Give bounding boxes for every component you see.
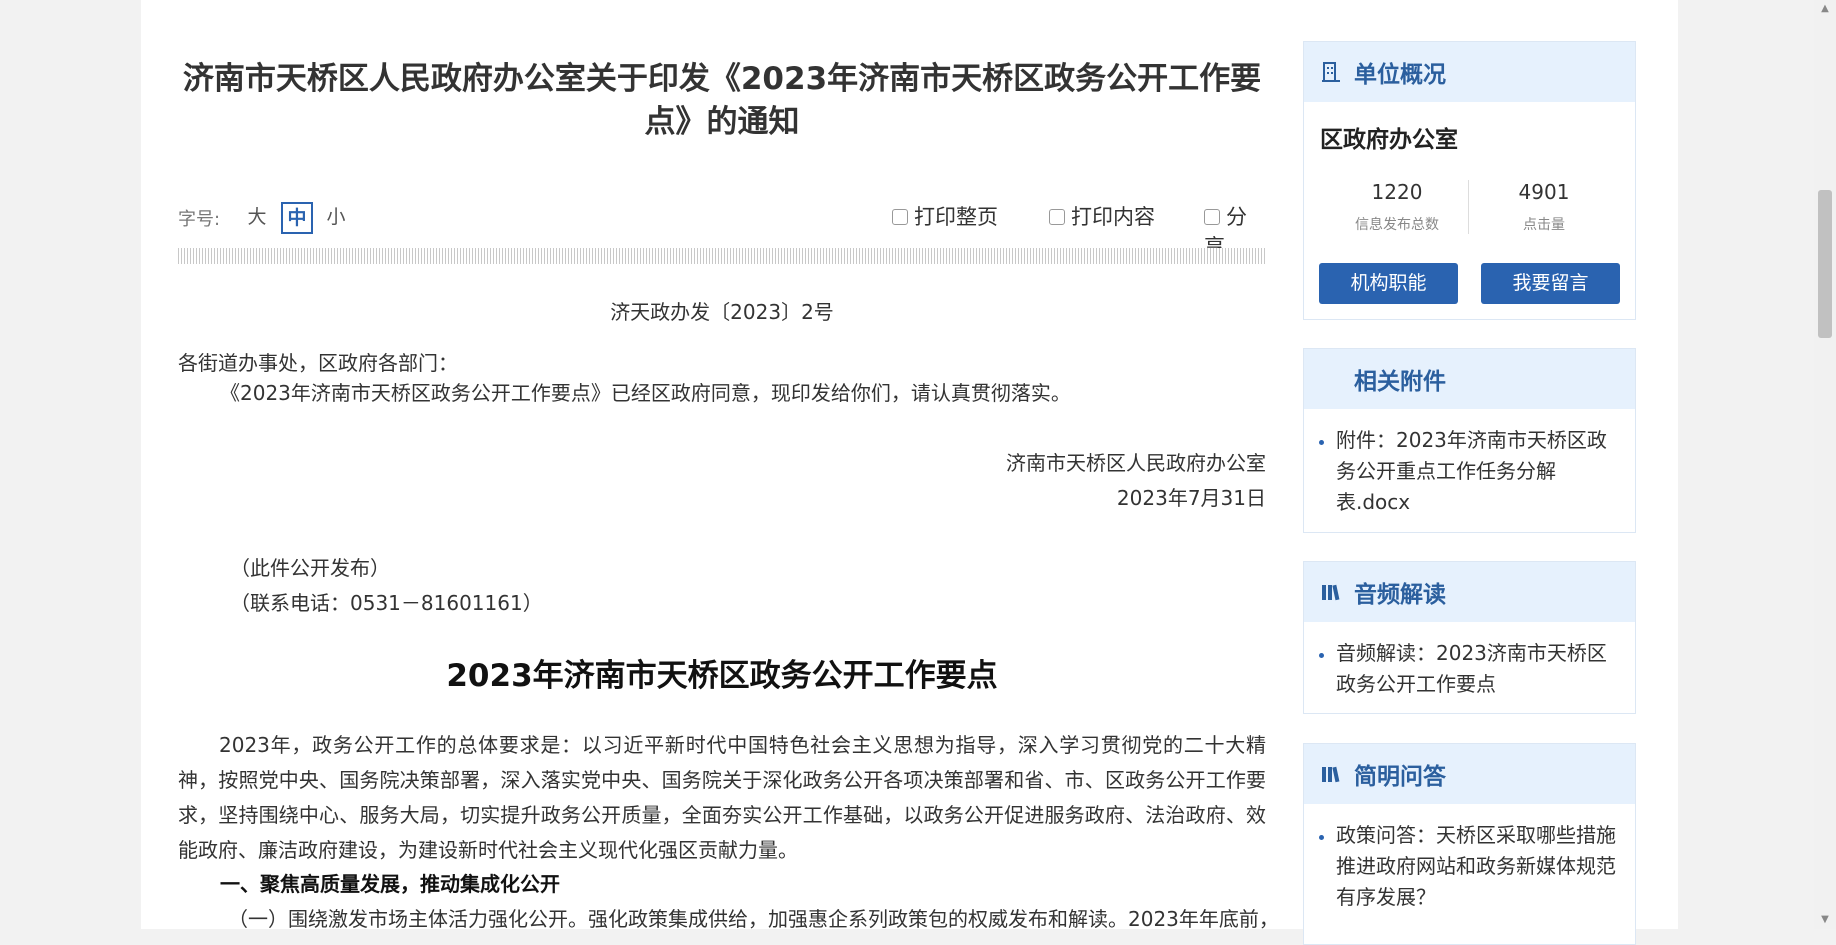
bullet-icon (1319, 653, 1324, 658)
body-paragraph: 2023年，政务公开工作的总体要求是：以习近平新时代中国特色社会主义思想为指导，… (178, 733, 1266, 862)
print-content-button[interactable]: 打印内容 (1049, 202, 1155, 232)
bullet-icon (1319, 440, 1324, 445)
qa-link[interactable]: 政策问答：天桥区采取哪些措施推进政府网站和政务新媒体规范有序发展？ (1304, 804, 1635, 913)
audio-panel: 音频解读 音频解读：2023济南市天桥区政务公开工作要点 (1303, 561, 1636, 714)
stat-label: 信息发布总数 (1355, 217, 1439, 233)
addressee: 各街道办事处，区政府各部门： (178, 351, 458, 375)
stat-clicks: 4901 点击量 (1469, 180, 1619, 234)
section-heading: 一、聚焦高质量发展，推动集成化公开 (220, 872, 560, 896)
unit-overview-panel: 单位概况 区政府办公室 1220 信息发布总数 4901 点击量 机构职能 我要… (1303, 41, 1636, 320)
font-size-medium-button[interactable]: 中 (281, 202, 313, 234)
building-icon (1322, 62, 1340, 82)
attachment-text: 附件：2023年济南市天桥区政务公开重点工作任务分解表.docx (1336, 428, 1607, 514)
share-button[interactable]: 分享 (1204, 202, 1266, 259)
print-page-label: 打印整页 (914, 205, 998, 229)
print-content-label: 打印内容 (1071, 205, 1155, 229)
doc-number: 济天政办发〔2023〕2号 (610, 300, 834, 324)
stat-total-posts: 1220 信息发布总数 (1322, 180, 1472, 234)
font-size-small-button[interactable]: 小 (323, 202, 349, 232)
attachments-panel: 相关附件 附件：2023年济南市天桥区政务公开重点工作任务分解表.docx (1303, 348, 1636, 533)
signature-date: 2023年7月31日 (1116, 486, 1266, 510)
agency-functions-button[interactable]: 机构职能 (1319, 263, 1458, 304)
unit-overview-title: 单位概况 (1354, 62, 1446, 88)
printer-icon (1049, 209, 1065, 225)
section-title: 2023年济南市天桥区政务公开工作要点 (446, 658, 998, 694)
attachment-link[interactable]: 附件：2023年济南市天桥区政务公开重点工作任务分解表.docx (1304, 409, 1635, 518)
bullet-icon (1319, 835, 1324, 840)
printer-icon (892, 209, 908, 225)
qa-panel: 简明问答 政策问答：天桥区采取哪些措施推进政府网站和政务新媒体规范有序发展？ (1303, 743, 1636, 945)
scroll-down-icon[interactable]: ▼ (1818, 913, 1832, 927)
stat-value: 4901 (1518, 180, 1570, 204)
body-paragraph-2: （一）围绕激发市场主体活力强化公开。强化政策集成供给，加强惠企系列政策包的权威发… (228, 907, 1279, 931)
leave-message-button[interactable]: 我要留言 (1481, 263, 1620, 304)
print-page-button[interactable]: 打印整页 (892, 202, 998, 232)
share-icon (1204, 209, 1220, 225)
audio-title: 音频解读 (1354, 582, 1446, 608)
qa-header: 简明问答 (1304, 744, 1635, 804)
public-note: （此件公开发布） (230, 556, 390, 580)
attachments-title: 相关附件 (1354, 369, 1446, 395)
unit-overview-header: 单位概况 (1304, 42, 1635, 102)
audio-text: 音频解读：2023济南市天桥区政务公开工作要点 (1336, 641, 1607, 696)
scrollbar-thumb[interactable] (1818, 190, 1832, 338)
signature-org: 济南市天桥区人民政府办公室 (1006, 451, 1266, 475)
font-size-large-button[interactable]: 大 (244, 202, 270, 232)
article-toolbar: 字号: 大 中 小 打印整页 打印内容 分享 (178, 202, 1266, 259)
divider (178, 248, 1266, 264)
contact-note: （联系电话：0531－81601161） (230, 591, 543, 615)
audio-link[interactable]: 音频解读：2023济南市天桥区政务公开工作要点 (1304, 622, 1635, 700)
scroll-up-icon[interactable]: ▲ (1818, 2, 1832, 16)
vertical-scrollbar[interactable]: ▲ ▼ (1814, 0, 1836, 929)
article-title: 济南市天桥区人民政府办公室关于印发《2023年济南市天桥区政务公开工作要点》的通… (182, 61, 1262, 140)
books-icon (1322, 584, 1340, 601)
intro-text: 《2023年济南市天桥区政务公开工作要点》已经区政府同意，现印发给你们，请认真贯… (220, 381, 1071, 405)
stat-label: 点击量 (1523, 217, 1565, 233)
qa-title: 简明问答 (1354, 764, 1446, 790)
font-size-label: 字号: (178, 209, 221, 230)
unit-name: 区政府办公室 (1320, 127, 1458, 153)
attachments-header: 相关附件 (1304, 349, 1635, 409)
books-icon (1322, 766, 1340, 783)
audio-header: 音频解读 (1304, 562, 1635, 622)
stat-value: 1220 (1371, 180, 1423, 204)
qa-text: 政策问答：天桥区采取哪些措施推进政府网站和政务新媒体规范有序发展？ (1336, 823, 1616, 909)
